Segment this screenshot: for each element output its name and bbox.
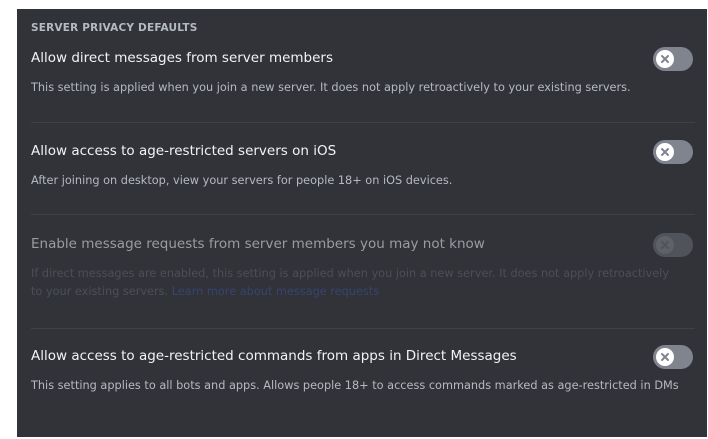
toggle-knob [656,236,674,254]
age-restricted-ios-toggle[interactable] [653,140,693,164]
divider [31,328,695,329]
privacy-settings-panel: SERVER PRIVACY DEFAULTS Allow direct mes… [17,9,707,437]
setting-row-age-restricted-ios: Allow access to age-restricted servers o… [31,140,695,187]
divider [31,122,695,123]
message-requests-toggle [653,233,693,257]
learn-more-link: Learn more about message requests [171,285,380,298]
section-title: SERVER PRIVACY DEFAULTS [31,22,198,34]
setting-row-age-restricted-commands: Allow access to age-restricted commands … [31,345,695,392]
toggle-knob [656,50,674,68]
setting-description: After joining on desktop, view your serv… [31,174,453,187]
close-icon [661,241,669,249]
setting-title: Allow access to age-restricted commands … [31,348,517,364]
setting-description: This setting applies to all bots and app… [31,379,679,392]
setting-row-message-requests: Enable message requests from server memb… [31,233,695,298]
setting-title: Allow direct messages from server member… [31,50,334,66]
setting-description: If direct messages are enabled, this set… [31,265,683,301]
toggle-knob [656,143,674,161]
setting-description: This setting is applied when you join a … [31,81,631,94]
close-icon [661,353,669,361]
divider [31,214,695,215]
setting-title: Enable message requests from server memb… [31,236,485,252]
setting-title: Allow access to age-restricted servers o… [31,143,337,159]
age-restricted-commands-toggle[interactable] [653,345,693,369]
direct-messages-toggle[interactable] [653,47,693,71]
close-icon [661,55,669,63]
close-icon [661,148,669,156]
toggle-knob [656,348,674,366]
setting-row-direct-messages: Allow direct messages from server member… [31,47,695,94]
